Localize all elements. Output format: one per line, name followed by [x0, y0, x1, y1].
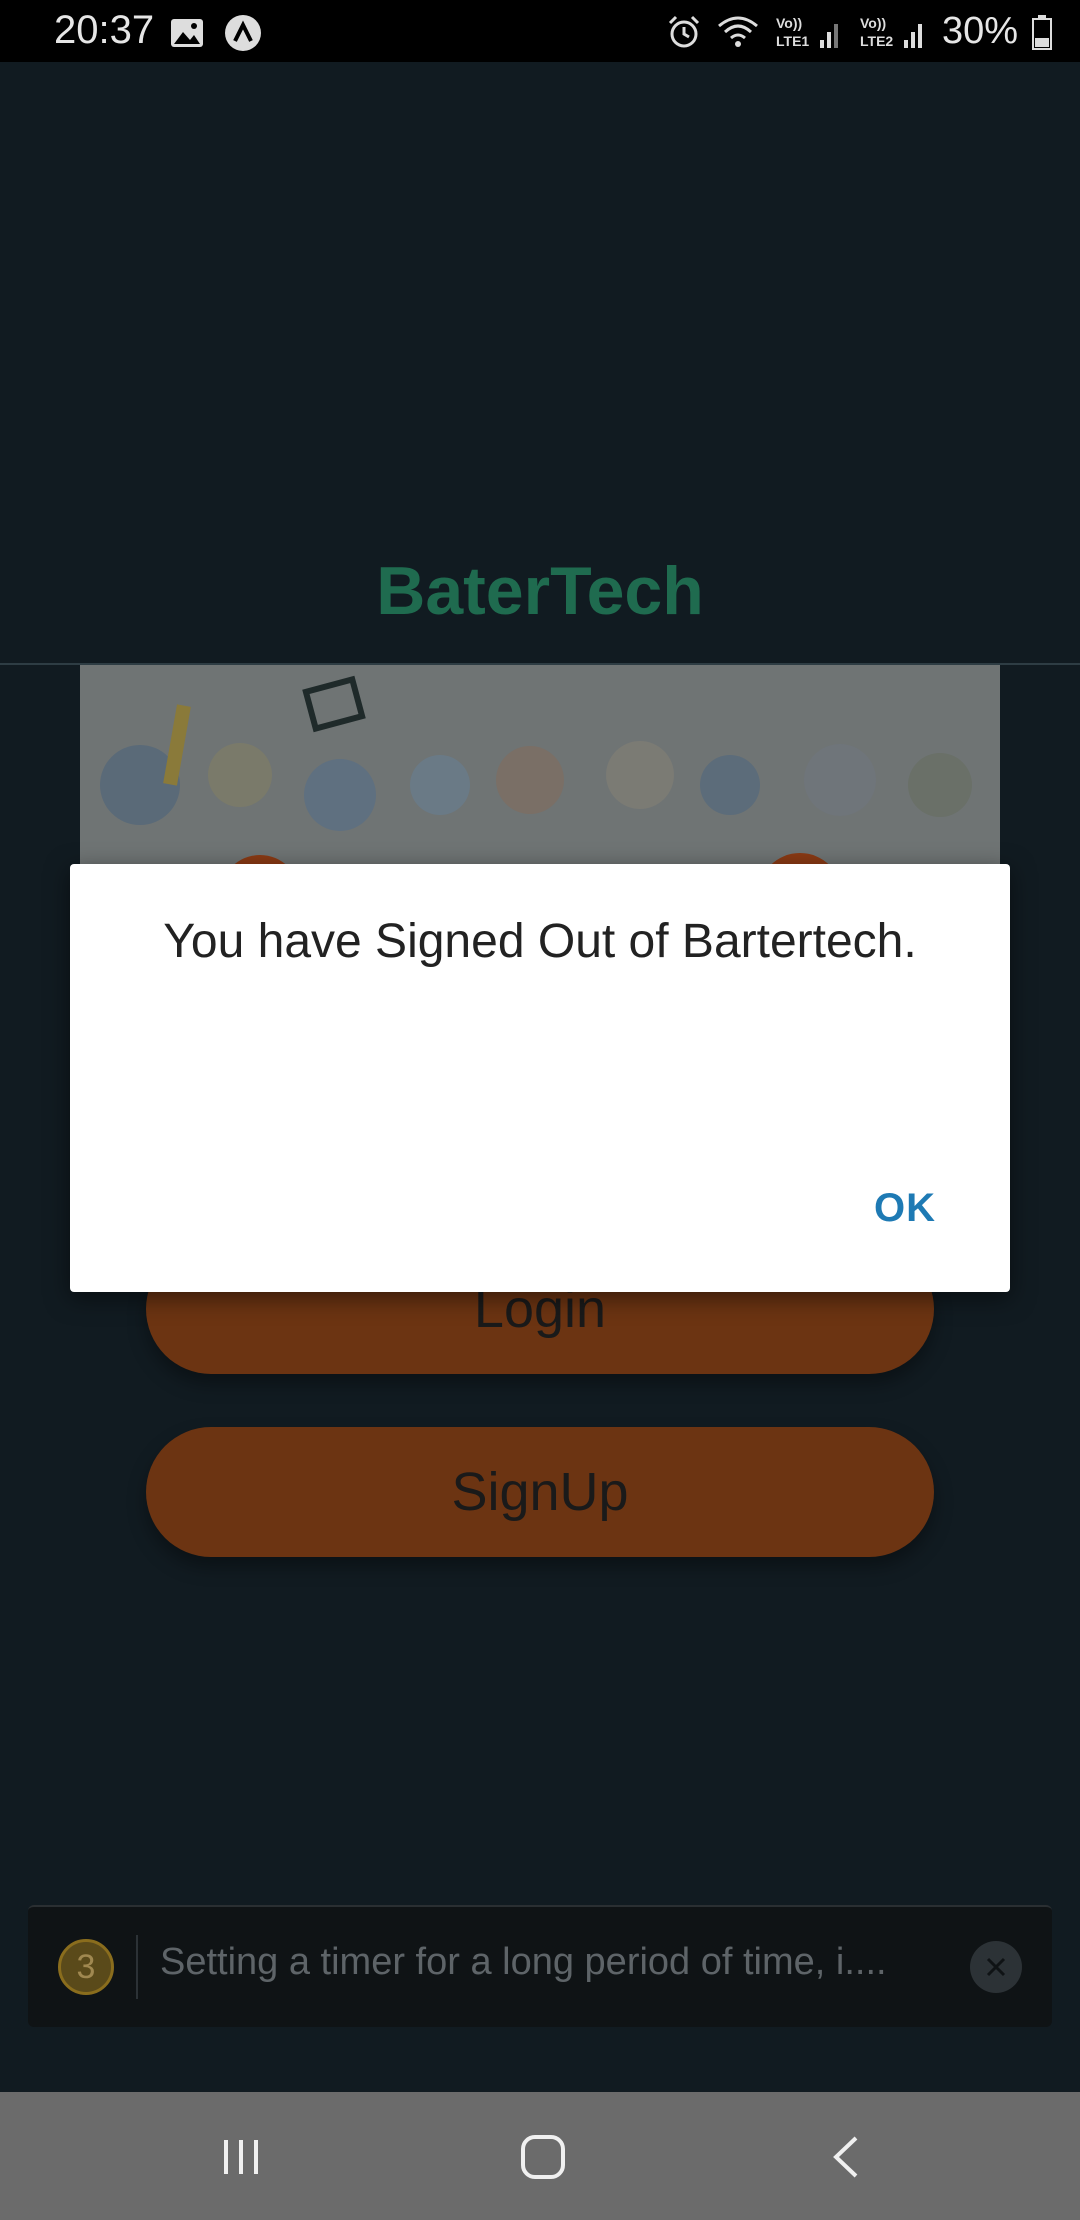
toast-message: Setting a timer for a long period of tim… — [160, 1941, 887, 1983]
recent-apps-icon[interactable] — [220, 2136, 262, 2178]
close-icon[interactable] — [970, 1941, 1022, 1993]
app-title: BaterTech — [376, 553, 704, 629]
svg-text:Vo)): Vo)) — [776, 15, 802, 31]
warning-toast[interactable]: 3 Setting a timer for a long period of t… — [28, 1905, 1052, 2027]
status-bar: 20:37 Vo)) LTE1 Vo)) LTE2 30% — [0, 0, 1080, 62]
svg-text:Vo)): Vo)) — [860, 15, 886, 31]
svg-text:LTE1: LTE1 — [776, 33, 809, 49]
ok-button[interactable]: OK — [874, 1186, 936, 1231]
status-time: 20:37 — [54, 8, 155, 52]
dialog-message: You have Signed Out of Bartertech. — [163, 915, 917, 968]
status-left-icons — [170, 14, 262, 52]
toast-separator — [136, 1935, 138, 1999]
battery-percent: 30% — [941, 10, 1018, 52]
back-icon[interactable] — [826, 2134, 866, 2180]
image-icon — [171, 19, 203, 47]
alarm-icon — [668, 15, 699, 47]
signup-button[interactable]: SignUp — [146, 1427, 934, 1557]
sign-out-dialog: You have Signed Out of Bartertech. OK — [70, 864, 1010, 1292]
battery-icon — [1032, 14, 1052, 50]
toast-count-badge: 3 — [58, 1939, 114, 1995]
status-right-icons: Vo)) LTE1 Vo)) LTE2 30% — [666, 10, 1052, 53]
app-notification-icon — [225, 15, 261, 51]
navigation-bar — [0, 2092, 1080, 2220]
home-icon[interactable] — [520, 2134, 566, 2180]
wifi-icon — [717, 16, 758, 47]
svg-text:LTE2: LTE2 — [860, 33, 893, 49]
lte1-signal-icon: Vo)) LTE1 — [776, 15, 838, 49]
lte2-signal-icon: Vo)) LTE2 — [860, 15, 922, 49]
